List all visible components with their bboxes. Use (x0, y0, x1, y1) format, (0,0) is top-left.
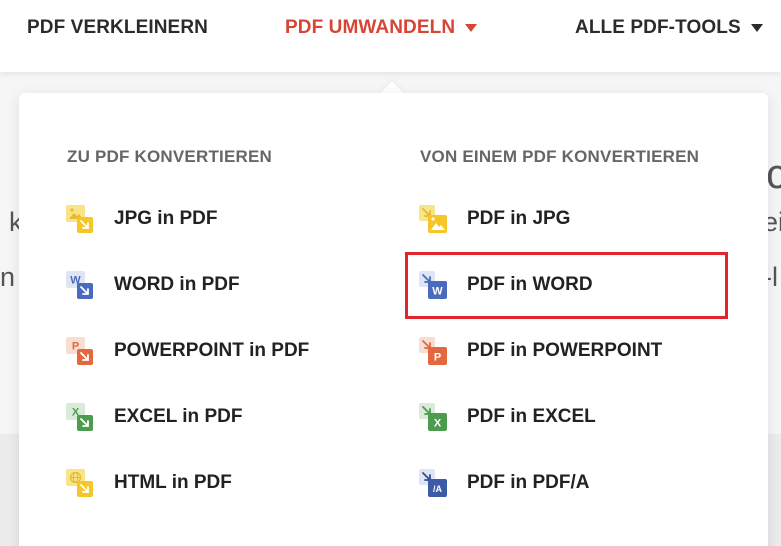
nav-label: ALLE PDF-TOOLS (575, 17, 741, 38)
tool-label: POWERPOINT in PDF (114, 340, 310, 361)
pdf-to-excel-icon: X (418, 402, 448, 432)
to-pdf-heading: ZU PDF KONVERTIEREN (67, 147, 272, 166)
svg-text:/A: /A (433, 484, 443, 494)
tool-jpg-in-pdf[interactable]: JPG in PDF (65, 201, 217, 237)
tool-label: PDF in EXCEL (467, 406, 596, 427)
tool-powerpoint-in-pdf[interactable]: P POWERPOINT in PDF (65, 333, 309, 369)
pdf-to-word-icon: W (418, 270, 448, 300)
tool-pdf-in-powerpoint[interactable]: P PDF in POWERPOINT (418, 333, 662, 369)
tool-label: PDF in WORD (467, 274, 593, 295)
svg-text:X: X (434, 418, 442, 430)
word-to-pdf-icon: W (65, 270, 95, 300)
tool-label: PDF in PDF/A (467, 472, 590, 493)
html-to-pdf-icon (65, 468, 95, 498)
tool-label: JPG in PDF (114, 208, 218, 229)
background-text-fragment: n (0, 262, 16, 292)
pdf-to-jpg-icon (418, 204, 448, 234)
tool-word-in-pdf[interactable]: W WORD in PDF (65, 267, 240, 303)
nav-label: PDF UMWANDELN (285, 17, 456, 38)
tool-label: EXCEL in PDF (114, 406, 243, 427)
excel-to-pdf-icon: X (65, 402, 95, 432)
svg-text:W: W (432, 286, 443, 298)
pdf-to-pdfa-icon: /A (418, 468, 448, 498)
tool-pdf-in-word[interactable]: W PDF in WORD (418, 267, 593, 303)
tool-html-in-pdf[interactable]: HTML in PDF (65, 465, 232, 501)
svg-text:P: P (434, 352, 441, 364)
caret-down-icon (750, 24, 763, 32)
nav-pdf-verkleinern[interactable]: PDF VERKLEINERN (27, 16, 208, 40)
tool-pdf-in-pdfa[interactable]: /A PDF in PDF/A (418, 465, 589, 501)
top-navigation: PDF VERKLEINERN PDF UMWANDELN ALLE PDF-T… (0, 0, 781, 72)
nav-alle-pdf-tools[interactable]: ALLE PDF-TOOLS (575, 16, 763, 40)
caret-down-icon (465, 24, 478, 32)
tool-pdf-in-excel[interactable]: X PDF in EXCEL (418, 399, 596, 435)
from-pdf-heading: VON EINEM PDF KONVERTIEREN (420, 147, 700, 166)
tool-pdf-in-jpg[interactable]: PDF in JPG (418, 201, 570, 237)
nav-pdf-umwandeln[interactable]: PDF UMWANDELN (285, 16, 478, 40)
nav-label: PDF VERKLEINERN (27, 17, 208, 38)
tool-label: PDF in POWERPOINT (467, 340, 663, 361)
tool-label: HTML in PDF (114, 472, 232, 493)
tool-label: WORD in PDF (114, 274, 240, 295)
background-text-fragment: c (766, 150, 781, 197)
pdf-to-powerpoint-icon: P (418, 336, 448, 366)
tool-excel-in-pdf[interactable]: X EXCEL in PDF (65, 399, 242, 435)
convert-dropdown-panel: ZU PDF KONVERTIEREN VON EINEM PDF KONVER… (19, 93, 768, 546)
jpg-to-pdf-icon (65, 204, 95, 234)
powerpoint-to-pdf-icon: P (65, 336, 95, 366)
tool-label: PDF in JPG (467, 208, 571, 229)
